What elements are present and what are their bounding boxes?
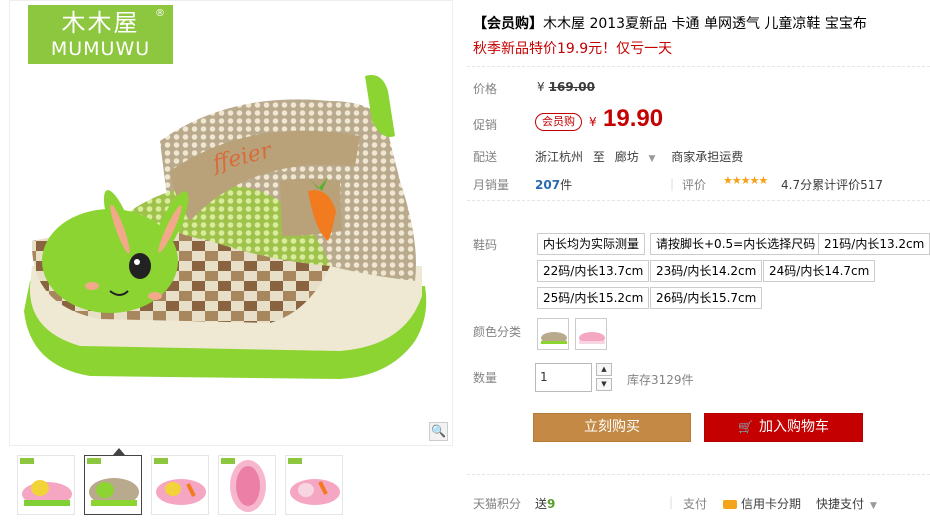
size-label: 鞋码 xyxy=(473,238,498,252)
payment-label: 支付 xyxy=(683,497,708,511)
rating-summary-link[interactable]: 4.7分累计评价517 xyxy=(781,176,883,193)
thumbnail-1[interactable] xyxy=(17,455,75,515)
review-label: 评价 xyxy=(682,178,707,192)
size-option[interactable]: 21码/内长13.2cm xyxy=(818,233,930,255)
product-gallery: 木木屋 ® MUMUWU ffeier 🔍 xyxy=(9,0,455,521)
price-label: 价格 xyxy=(473,82,498,96)
size-option[interactable]: 23码/内长14.2cm xyxy=(650,260,763,282)
ship-from: 浙江杭州 xyxy=(535,150,584,164)
divider: | xyxy=(669,495,674,509)
thumbnail-3[interactable] xyxy=(151,455,209,515)
color-label: 颜色分类 xyxy=(473,325,522,339)
product-info: 【会员购】木木屋 2013夏新品 卡通 单网透气 儿童凉鞋 宝宝布 秋季新品特价… xyxy=(467,0,930,521)
magnifier-icon[interactable]: 🔍 xyxy=(429,422,448,441)
main-product-image[interactable]: 木木屋 ® MUMUWU ffeier 🔍 xyxy=(9,0,453,446)
thumbnail-strip xyxy=(9,455,455,521)
thumbnail-5[interactable] xyxy=(285,455,343,515)
stock-count: 库存3129件 xyxy=(627,373,694,387)
buy-now-button[interactable]: 立刻购买 xyxy=(533,413,691,442)
product-subtitle: 秋季新品特价19.9元！仅亏一天 xyxy=(473,41,673,57)
size-option[interactable]: 26码/内长15.7cm xyxy=(650,287,763,309)
active-thumb-arrow xyxy=(113,448,125,455)
quick-pay-select[interactable]: 快捷支付 ▼ xyxy=(816,495,877,512)
rating-stars-icon: ★★★★★ xyxy=(723,174,768,187)
quantity-decrease-button[interactable]: ▼ xyxy=(596,378,612,391)
size-option[interactable]: 请按脚长+0.5=内长选择尺码 xyxy=(650,233,822,255)
credit-card-icon xyxy=(723,500,737,509)
chevron-down-icon: ▼ xyxy=(648,154,656,164)
monthly-sales-count: 207件 xyxy=(535,178,573,192)
ship-to-word: 至 xyxy=(592,150,605,164)
promo-currency: ¥ xyxy=(589,115,597,129)
footer-info: 天猫积分 送9 | 支付 信用卡分期 快捷支付 ▼ xyxy=(467,474,930,521)
color-swatch-pink[interactable] xyxy=(575,318,607,350)
add-to-cart-button[interactable]: 🛒 加入购物车 xyxy=(704,413,863,442)
cart-icon: 🛒 xyxy=(738,420,753,434)
quantity-input[interactable]: 1 xyxy=(535,363,592,392)
shipping-info: 浙江杭州 至 廊坊 ▼ 商家承担运费 xyxy=(535,148,749,165)
divider: | xyxy=(670,177,675,191)
size-option[interactable]: 22码/内长13.7cm xyxy=(537,260,650,282)
product-title: 【会员购】木木屋 2013夏新品 卡通 单网透气 儿童凉鞋 宝宝布 xyxy=(473,16,867,32)
price-panel: 价格 ¥169.00 促销 会员购 ¥ 19.90 配送 浙江杭州 至 廊坊 ▼… xyxy=(467,66,930,201)
quantity-increase-button[interactable]: ▲ xyxy=(596,363,612,376)
size-option[interactable]: 25码/内长15.2cm xyxy=(537,287,650,309)
chevron-down-icon: ▼ xyxy=(870,501,877,511)
size-option[interactable]: 内长均为实际测量 xyxy=(537,233,646,255)
original-price: ¥169.00 xyxy=(537,80,595,94)
promo-price: 19.90 xyxy=(603,105,664,132)
installment-payment[interactable]: 信用卡分期 xyxy=(723,495,801,512)
size-option[interactable]: 24码/内长14.7cm xyxy=(763,260,876,282)
color-swatch-green[interactable] xyxy=(537,318,569,350)
shipping-label: 配送 xyxy=(473,150,498,164)
thumbnail-4[interactable] xyxy=(218,455,276,515)
monthly-sales-label: 月销量 xyxy=(473,178,510,192)
points-value: 送9 xyxy=(535,497,556,511)
shoe-illustration: ffeier xyxy=(24,75,427,379)
promo-label: 促销 xyxy=(473,118,498,132)
ship-to-select[interactable]: 廊坊 ▼ xyxy=(615,150,662,164)
shipping-fee: 商家承担运费 xyxy=(671,150,744,164)
points-label: 天猫积分 xyxy=(473,497,522,511)
brand-logo: 木木屋 ® MUMUWU xyxy=(28,5,173,64)
thumbnail-2[interactable] xyxy=(84,455,142,515)
member-badge: 会员购 xyxy=(535,113,582,131)
quantity-label: 数量 xyxy=(473,371,498,385)
